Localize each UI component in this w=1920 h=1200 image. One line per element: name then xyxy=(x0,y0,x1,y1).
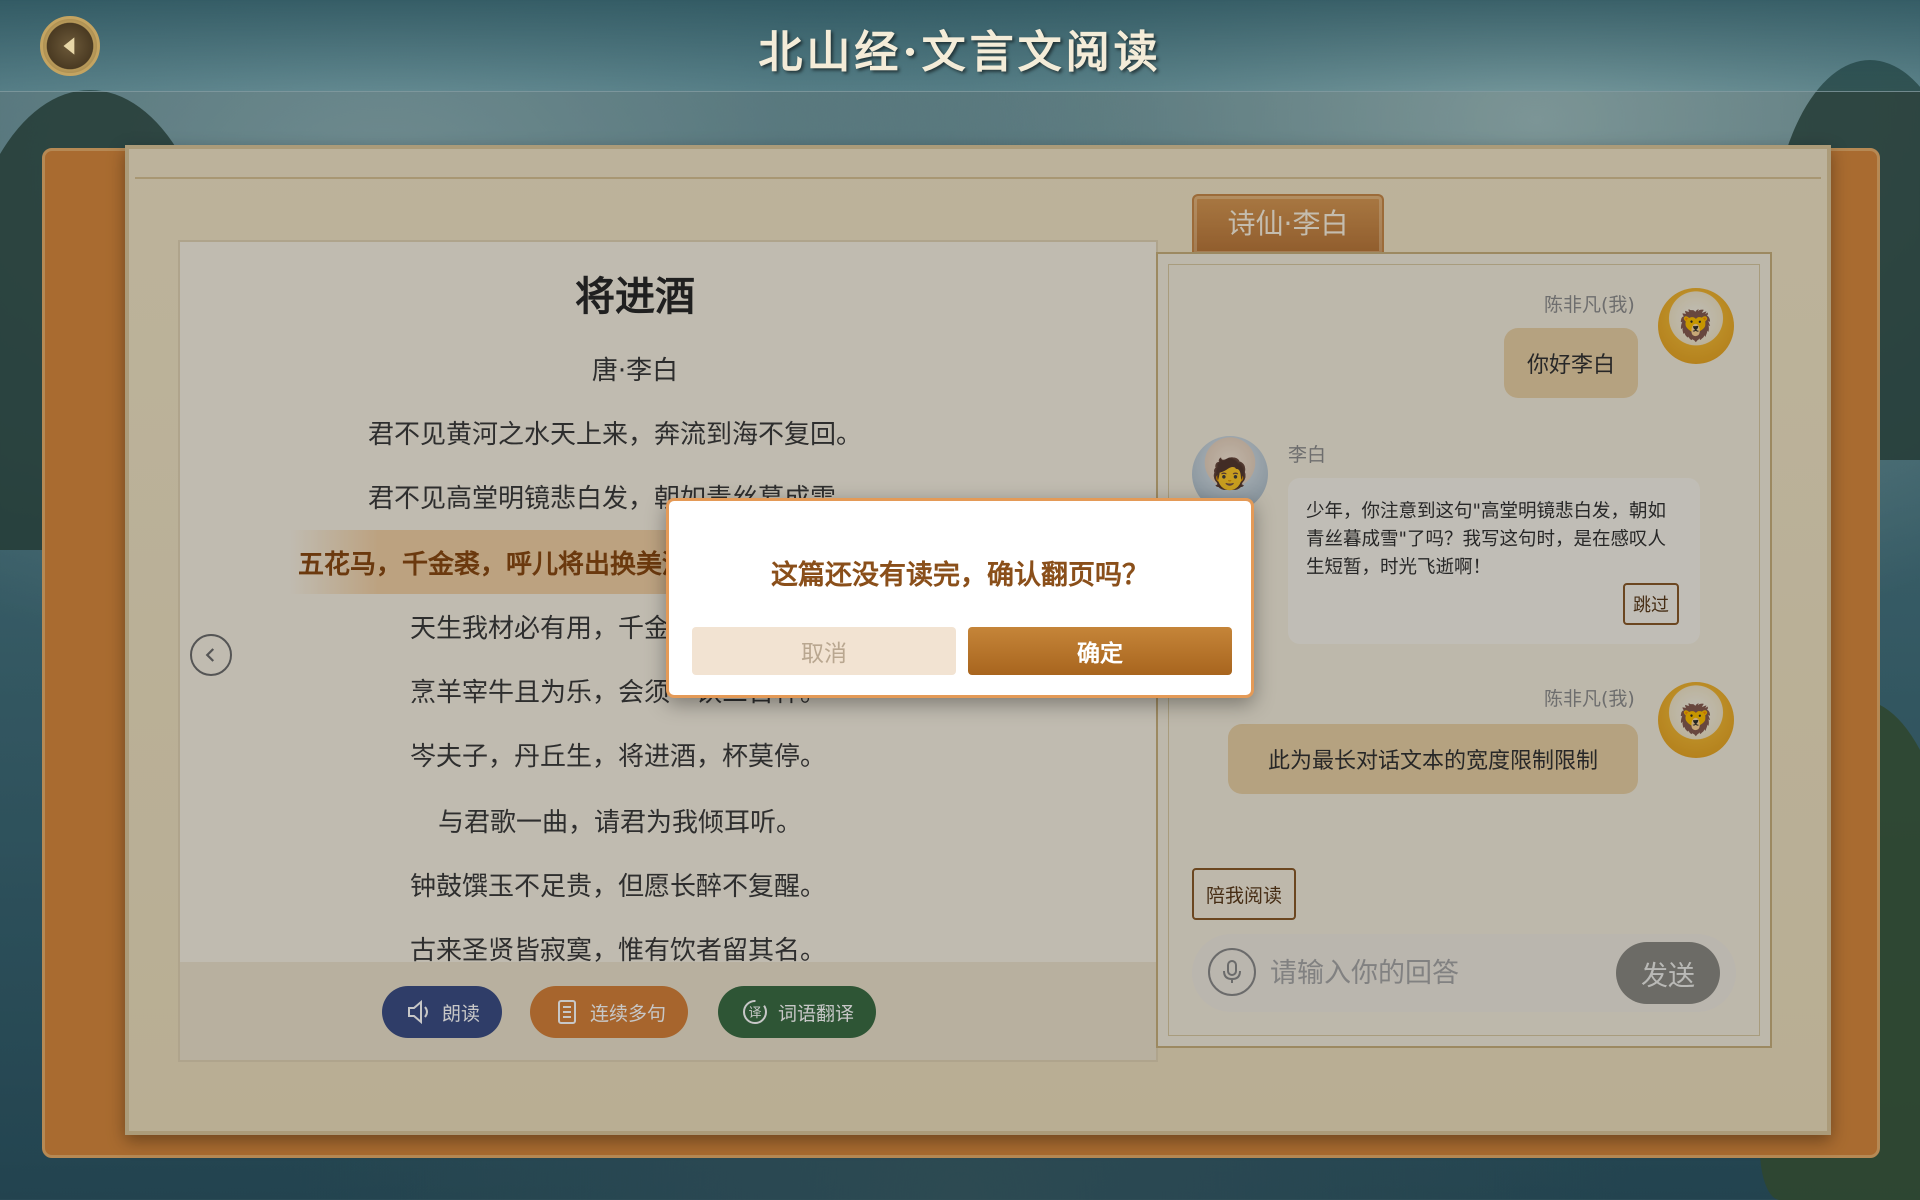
confirm-dialog: 这篇还没有读完，确认翻页吗？ 取消 确定 xyxy=(666,498,1254,698)
cancel-button[interactable]: 取消 xyxy=(692,627,956,675)
confirm-button[interactable]: 确定 xyxy=(968,627,1232,675)
dialog-message: 这篇还没有读完，确认翻页吗？ xyxy=(771,560,1149,591)
header-bar: 北山经·文言文阅读 xyxy=(0,0,1920,92)
page-title: 北山经·文言文阅读 xyxy=(758,27,1162,78)
